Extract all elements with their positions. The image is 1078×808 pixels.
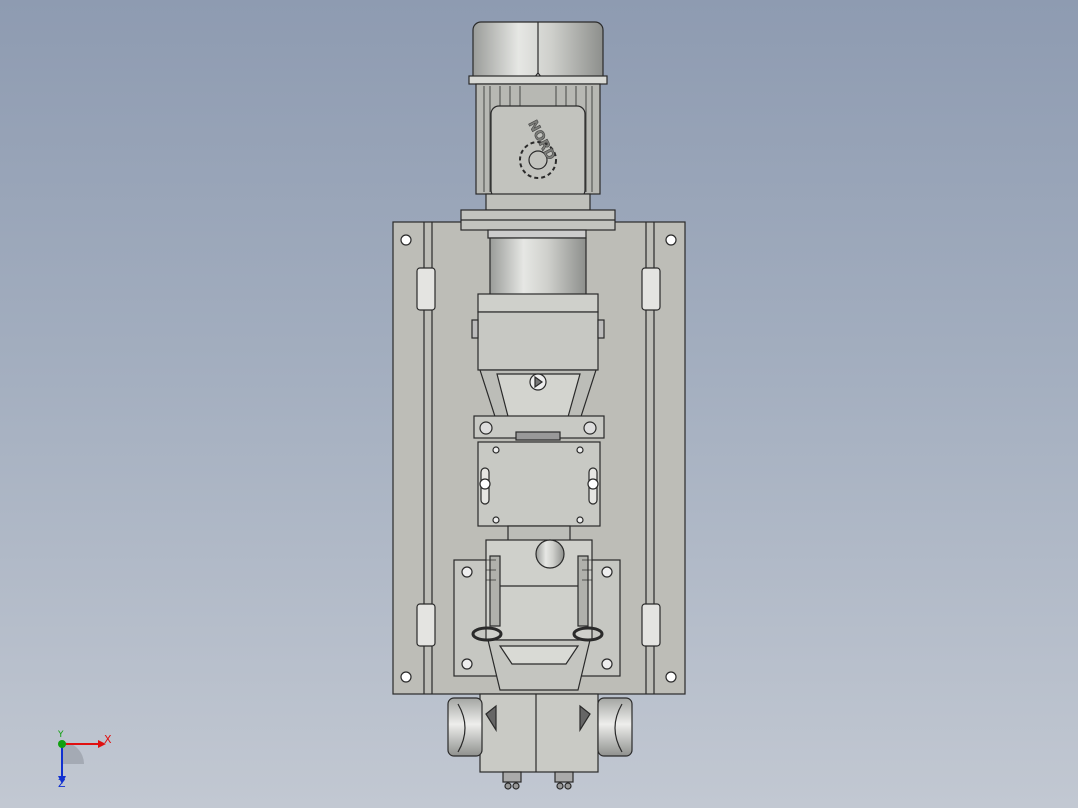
x-axis-label: X	[104, 733, 112, 746]
cad-viewport[interactable]: NORD X Y Z	[0, 0, 1078, 808]
nord-motor: NORD	[460, 21, 616, 240]
pump-body	[447, 693, 633, 790]
z-axis-label: Z	[58, 777, 66, 790]
y-axis-label: Y	[58, 730, 64, 740]
gearbox	[471, 293, 605, 441]
coupling-housing	[489, 237, 587, 297]
pump-assembly-model[interactable]: NORD	[0, 0, 1078, 808]
mounting-bracket	[477, 441, 601, 527]
